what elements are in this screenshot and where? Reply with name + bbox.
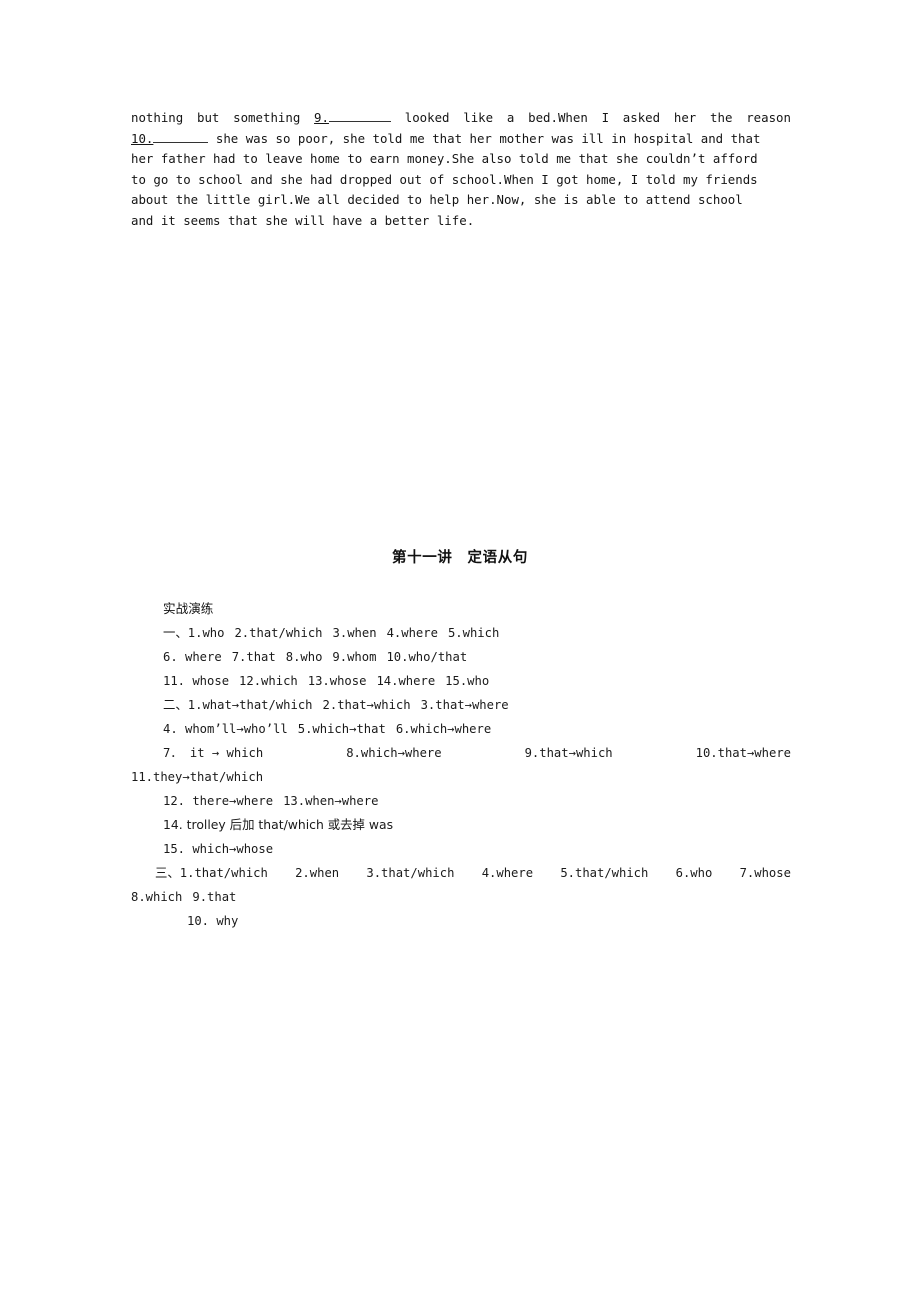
passage-line-6: and it seems that she will have a better… — [131, 212, 475, 228]
answer-item: 11.they→that/which — [131, 770, 264, 784]
answer-item: 13.when→where — [283, 794, 379, 808]
passage-word: the — [710, 110, 733, 125]
chapter-heading: 第十一讲 定语从句 — [392, 550, 528, 566]
answer-row-justified: 7． it → which 8.which→where 9.that→which 10… — [131, 741, 791, 765]
passage-word: asked — [622, 110, 661, 125]
answer-item: 1.what→that/which — [187, 698, 313, 712]
answer-item: 7.whose — [739, 866, 791, 880]
answer-row: 10. why — [131, 909, 791, 933]
answer-item: 4.where — [386, 626, 438, 640]
blank-10-rule — [153, 141, 209, 143]
passage-word: I — [601, 110, 610, 125]
answer-item: 8.which — [131, 890, 183, 904]
answer-item: 1.that/which — [179, 866, 268, 880]
answer-key-block: 实战演练 一、1.who 2.that/which 3.when 4.where 5.w… — [131, 597, 791, 933]
answer-item: 13.whose — [307, 674, 367, 688]
answer-item: 15.who — [445, 674, 490, 688]
answer-item: 14.where — [376, 674, 436, 688]
answer-item: 6.which→where — [395, 722, 492, 736]
passage-line-5: about the little girl.We all decided to … — [131, 192, 743, 208]
answer-item: 12.which — [239, 674, 298, 688]
part-one-marker: 一、 — [163, 625, 188, 640]
document-page: nothing but something 9. looked like a b… — [0, 0, 920, 1302]
passage-word: nothing — [131, 110, 184, 125]
answer-row: 一、1.who 2.that/which 3.when 4.where 5.which — [131, 621, 791, 645]
answer-row: 4. whom’ll→who’ll 5.which→that 6.which→whe… — [131, 717, 791, 741]
answer-item: 8.who — [285, 650, 323, 664]
blank-10-number: 10. — [131, 130, 154, 146]
passage-line-4: to go to school and she had dropped out … — [131, 171, 758, 187]
part-three-marker: 三、 — [155, 865, 180, 880]
answer-item: 12. there→where — [163, 794, 274, 808]
passage-text: she was so poor, she told me that her mo… — [215, 130, 761, 146]
continued-cloze-passage: nothing but something 9. looked like a b… — [131, 108, 791, 232]
answer-row: 12. there→where 13.when→where — [131, 789, 791, 813]
answer-item: 5.that/which — [560, 866, 649, 880]
blank-9: 9. — [314, 108, 391, 129]
passage-word: bed.When — [528, 110, 588, 125]
answer-row: 15. which→whose — [131, 837, 791, 861]
answer-row: 11.they→that/which — [131, 765, 791, 789]
passage-word: a — [506, 110, 515, 125]
part-two-marker: 二、 — [163, 697, 188, 712]
passage-line-2: 10. she was so poor, she told me that he… — [131, 129, 791, 150]
passage-word: like — [463, 110, 494, 125]
answer-item: 11. whose — [163, 674, 230, 688]
answer-item: 2.when — [295, 866, 340, 880]
answer-item: 2.that/which — [234, 626, 323, 640]
answer-item: 2.that→which — [322, 698, 411, 712]
answer-item: 10.who/that — [386, 650, 468, 664]
answer-item: 3.that/which — [366, 866, 455, 880]
passage-word: but — [196, 110, 220, 125]
answer-item: 5.which→that — [297, 722, 386, 736]
passage-word: something — [233, 110, 301, 125]
answer-item: 6.who — [675, 866, 713, 880]
answer-row: 6. where 7.that 8.who 9.whom 10.who/that — [131, 645, 791, 669]
answer-item: 1.who — [187, 626, 225, 640]
blank-9-rule — [328, 121, 391, 122]
answer-row: 二、1.what→that/which 2.that→which 3.that→wh… — [131, 693, 791, 717]
answer-item: 5.which — [447, 626, 500, 640]
passage-line-1: nothing but something 9. looked like a b… — [131, 108, 791, 129]
answer-item: 6. where — [163, 650, 222, 664]
answer-item: 4.where — [481, 866, 534, 880]
answer-item: 9.that — [192, 890, 237, 904]
answer-item: 4. whom’ll→who’ll — [163, 722, 288, 736]
answer-row: 8.which 9.that — [131, 885, 791, 909]
answer-item: 10. why — [187, 914, 239, 928]
answer-item: 8.which→where — [346, 746, 442, 760]
answer-item: 9.that→which — [524, 746, 613, 760]
answer-key-section-title: 实战演练 — [163, 601, 214, 616]
answer-item: 14. trolley 后加 that/which 或去掉 was — [163, 817, 394, 832]
blank-9-number: 9. — [314, 110, 329, 125]
answer-item: 7.that — [231, 650, 276, 664]
blank-10: 10. — [131, 130, 209, 146]
part-three-marker-group: 三、1.that/which — [155, 861, 268, 885]
answer-item: 10.that→where — [695, 746, 791, 760]
passage-line-3: her father had to leave home to earn mon… — [131, 151, 758, 167]
answer-item: 9.whom — [332, 650, 377, 664]
answer-item: 3.that→where — [420, 698, 509, 712]
passage-word: reason — [746, 110, 791, 125]
answer-item: 3.when — [332, 626, 377, 640]
answer-item: 15. which→whose — [163, 842, 274, 856]
answer-row: 11. whose 12.which 13.whose 14.where 15.who — [131, 669, 791, 693]
answer-row: 14. trolley 后加 that/which 或去掉 was — [131, 813, 791, 837]
passage-word: looked — [404, 110, 450, 125]
passage-word: her — [673, 110, 697, 125]
answer-row-justified: 三、1.that/which 2.when 3.that/which 4.where 5… — [131, 861, 791, 885]
answer-item: 7． it → which — [163, 746, 264, 760]
